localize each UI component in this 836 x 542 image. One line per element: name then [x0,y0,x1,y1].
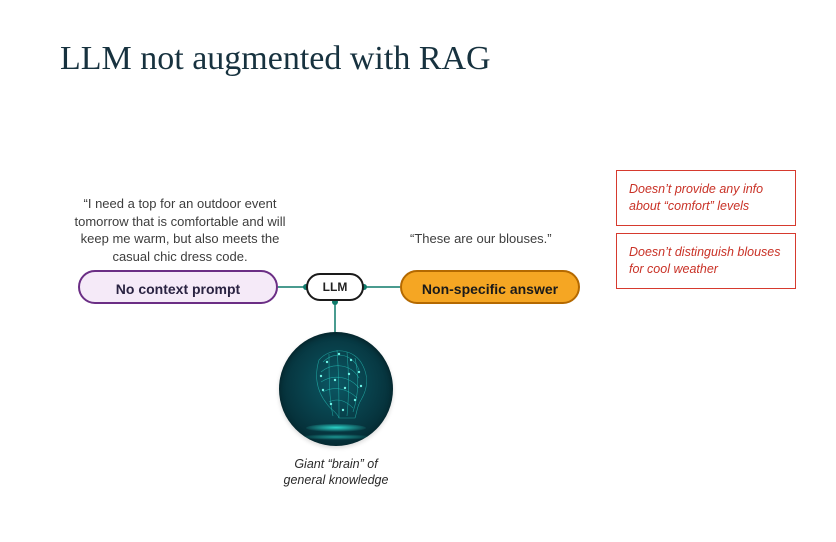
callout-weather: Doesn’t distinguish blouses for cool wea… [616,233,796,289]
callout-comfort: Doesn’t provide any info about “comfort”… [616,170,796,226]
slide-title: LLM not augmented with RAG [60,40,491,78]
answer-quote: “These are our blouses.” [410,230,610,248]
pill-no-context-prompt: No context prompt [78,270,278,304]
brain-caption: Giant “brain” of general knowledge [273,456,399,489]
brain-icon [279,332,393,446]
diagram-stage: LLM not augmented with RAG “I need a top… [0,0,836,542]
pill-llm: LLM [306,273,364,301]
prompt-quote: “I need a top for an outdoor event tomor… [70,195,290,265]
brain-section: Giant “brain” of general knowledge [273,332,399,489]
pill-non-specific-answer: Non-specific answer [400,270,580,304]
